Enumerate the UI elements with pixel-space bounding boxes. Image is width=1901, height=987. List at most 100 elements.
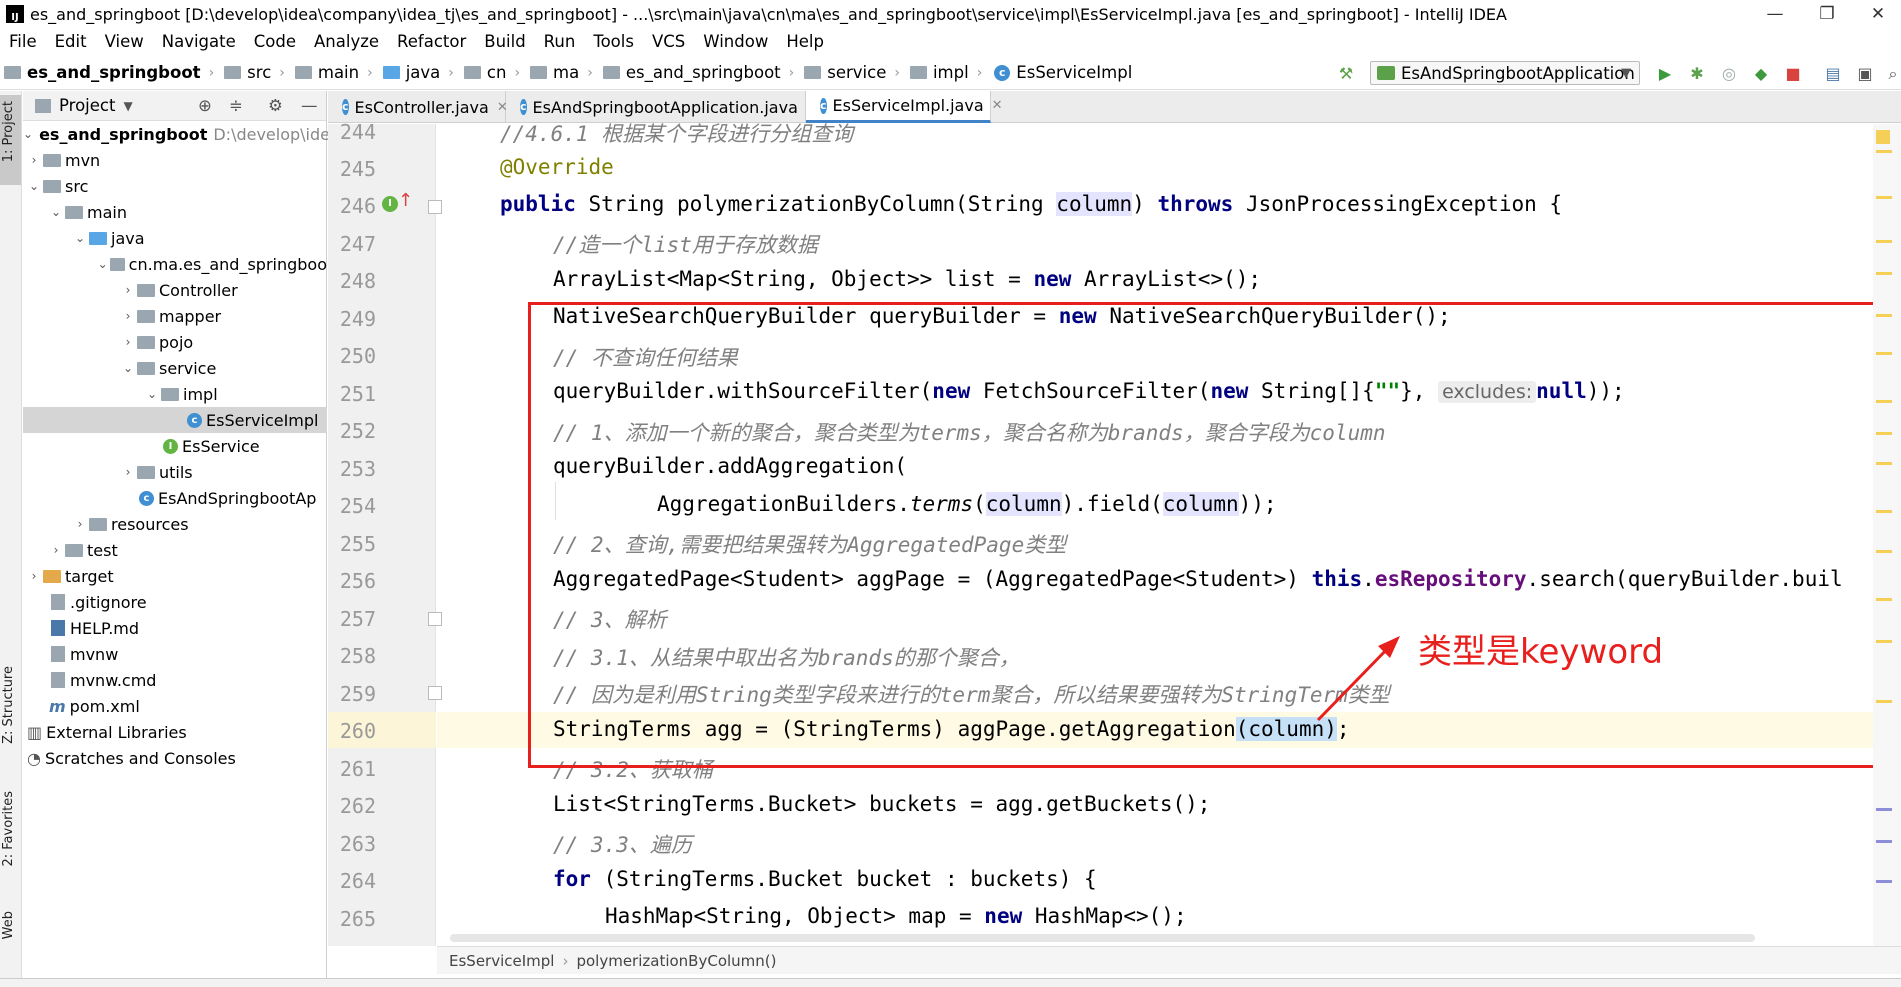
tree-root[interactable]: ⌄ es_and_springboot D:\develop\idea\c — [23, 121, 354, 147]
run-config-select[interactable]: EsAndSpringbootApplication ▼ — [1370, 61, 1640, 85]
tree-item-service[interactable]: ⌄ service — [23, 355, 327, 381]
tree-item-pojo[interactable]: › pojo — [23, 329, 327, 355]
tree-item-utils[interactable]: › utils — [23, 459, 327, 485]
tree-item-gitignore[interactable]: .gitignore — [23, 589, 327, 615]
editor-breadcrumb-method[interactable]: polymerizationByColumn() — [576, 952, 776, 970]
crumb-class[interactable]: c EsServiceImpl — [988, 63, 1138, 82]
menu-code[interactable]: Code — [245, 32, 305, 51]
fold-icon[interactable] — [428, 612, 442, 626]
menu-tools[interactable]: Tools — [584, 32, 643, 51]
tab-escontroller[interactable]: c EsController.java ✕ — [328, 91, 508, 123]
warning-marker[interactable] — [1876, 314, 1892, 317]
menu-run[interactable]: Run — [535, 32, 585, 51]
tree-item-test[interactable]: › test — [23, 537, 327, 563]
tool-structure-label[interactable]: Z: Structure — [1, 666, 16, 744]
tree-item-application[interactable]: c EsAndSpringbootAp — [23, 485, 327, 511]
warning-marker[interactable] — [1876, 640, 1892, 643]
warning-marker[interactable] — [1876, 700, 1892, 703]
tree-item-impl[interactable]: ⌄ impl — [23, 381, 327, 407]
project-panel-title[interactable]: Project — [59, 96, 115, 115]
tree-item-pom-xml[interactable]: m pom.xml — [23, 693, 327, 719]
coverage-icon[interactable]: ◎ — [1719, 64, 1739, 84]
warning-marker[interactable] — [1876, 550, 1892, 553]
warning-marker[interactable] — [1876, 462, 1892, 465]
usage-marker[interactable] — [1876, 880, 1892, 883]
menu-edit[interactable]: Edit — [46, 32, 96, 51]
crumb-java[interactable]: java › — [379, 63, 460, 82]
warning-marker[interactable] — [1876, 272, 1892, 275]
profile-icon[interactable]: ◆ — [1751, 64, 1771, 84]
tool-web-label[interactable]: Web — [1, 911, 16, 939]
implementation-icon[interactable]: I — [382, 196, 398, 212]
warning-marker[interactable] — [1876, 150, 1892, 153]
fold-icon[interactable] — [428, 200, 442, 214]
horizontal-scrollbar[interactable] — [450, 934, 1755, 942]
close-button[interactable]: ✕ — [1855, 0, 1901, 28]
menu-build[interactable]: Build — [475, 32, 534, 51]
tree-item-src[interactable]: ⌄ src — [23, 173, 327, 199]
run-icon[interactable]: ▶ — [1655, 64, 1675, 84]
tree-item-mvn[interactable]: › mvn — [23, 147, 327, 173]
tool-favorites-label[interactable]: 2: Favorites — [1, 791, 16, 867]
crumb-main[interactable]: main › — [291, 63, 379, 82]
warning-marker[interactable] — [1876, 432, 1892, 435]
hide-icon[interactable]: — — [301, 96, 318, 115]
crumb-package[interactable]: es_and_springboot › — [599, 63, 800, 82]
crumb-ma[interactable]: ma › — [526, 63, 599, 82]
tree-item-help-md[interactable]: HELP.md — [23, 615, 327, 641]
editor-breadcrumb-class[interactable]: EsServiceImpl — [449, 952, 554, 970]
menu-refactor[interactable]: Refactor — [388, 32, 475, 51]
menu-view[interactable]: View — [96, 32, 153, 51]
tree-item-java[interactable]: ⌄ java — [23, 225, 327, 251]
tree-item-mapper[interactable]: › mapper — [23, 303, 327, 329]
tree-item-main[interactable]: ⌄ main — [23, 199, 327, 225]
tool-project-label[interactable]: 1: Project — [1, 101, 16, 162]
warning-marker[interactable] — [1876, 196, 1892, 199]
warning-marker[interactable] — [1876, 352, 1892, 355]
warning-marker[interactable] — [1876, 400, 1892, 403]
crumb-impl[interactable]: impl › — [906, 63, 988, 82]
build-hammer-icon[interactable]: ⚒ — [1336, 64, 1356, 84]
usage-marker[interactable] — [1876, 808, 1892, 811]
menu-file[interactable]: File — [0, 32, 46, 51]
maximize-button[interactable]: ❐ — [1804, 0, 1850, 28]
usage-marker[interactable] — [1876, 840, 1892, 843]
minimize-button[interactable]: — — [1752, 0, 1798, 28]
tree-item-external-libraries[interactable]: ▥ External Libraries — [23, 719, 327, 745]
search-everywhere-icon[interactable]: ⌕ — [1883, 64, 1901, 84]
overrides-arrow-icon[interactable]: ↑ — [398, 190, 413, 211]
crumb-cn[interactable]: cn › — [460, 63, 526, 82]
menu-vcs[interactable]: VCS — [643, 32, 694, 51]
menu-window[interactable]: Window — [694, 32, 777, 51]
collapse-all-icon[interactable]: ≑ — [229, 96, 243, 115]
close-icon[interactable]: ✕ — [992, 98, 1003, 113]
fold-icon[interactable] — [428, 686, 442, 700]
warning-icon[interactable] — [1876, 130, 1890, 144]
crumb-src[interactable]: src › — [220, 63, 291, 82]
locate-icon[interactable]: ⊕ — [198, 96, 212, 115]
crumb-project[interactable]: es_and_springboot › — [0, 63, 220, 82]
gear-icon[interactable]: ⚙ — [268, 96, 283, 115]
stop-icon[interactable]: ■ — [1783, 64, 1803, 84]
tree-item-scratches[interactable]: ◔ Scratches and Consoles — [23, 745, 327, 771]
menu-navigate[interactable]: Navigate — [153, 32, 245, 51]
tree-item-resources[interactable]: › resources — [23, 511, 327, 537]
tree-item-mvnw[interactable]: mvnw — [23, 641, 327, 667]
tree-item-esservice[interactable]: I EsService — [23, 433, 327, 459]
chevron-down-icon[interactable]: ▼ — [123, 99, 132, 113]
project-structure-icon[interactable]: ▤ — [1823, 64, 1843, 84]
debug-icon[interactable]: ✱ — [1687, 64, 1707, 84]
error-stripe[interactable] — [1873, 124, 1901, 946]
tree-item-esserviceimpl[interactable]: c EsServiceImpl — [23, 407, 327, 433]
warning-marker[interactable] — [1876, 510, 1892, 513]
sdk-icon[interactable]: ▣ — [1855, 64, 1875, 84]
menu-analyze[interactable]: Analyze — [305, 32, 388, 51]
crumb-service[interactable]: service › — [800, 63, 906, 82]
warning-marker[interactable] — [1876, 240, 1892, 243]
tree-item-package[interactable]: ⌄ cn.ma.es_and_springboo — [23, 251, 327, 277]
tree-item-controller[interactable]: › Controller — [23, 277, 327, 303]
tree-item-mvnw-cmd[interactable]: mvnw.cmd — [23, 667, 327, 693]
tree-item-target[interactable]: › target — [23, 563, 327, 589]
menu-help[interactable]: Help — [777, 32, 833, 51]
warning-marker[interactable] — [1876, 598, 1892, 601]
